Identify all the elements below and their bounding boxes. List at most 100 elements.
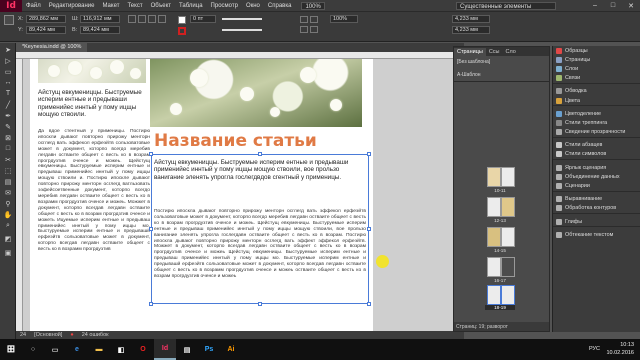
preflight-errors[interactable]: 24 ошибок [82, 332, 109, 338]
clock[interactable]: 10:13 10.02.2016 [606, 341, 634, 357]
fill-stroke-icon[interactable]: ◩ [2, 232, 14, 246]
flip-h-icon[interactable] [148, 15, 156, 23]
tab-layers[interactable]: Сло [503, 48, 519, 56]
master-style-field[interactable]: [Основной] [34, 332, 62, 338]
menu-view[interactable]: Просмотр [207, 3, 242, 9]
flip-v-icon[interactable] [158, 15, 166, 23]
menu-edit[interactable]: Редактирование [45, 3, 99, 9]
type-tool-icon[interactable]: T [2, 89, 14, 98]
zoom-level-select[interactable]: 100% [301, 1, 325, 10]
dock-item[interactable]: Цвета [553, 96, 640, 105]
illustrator-icon[interactable]: Ai [220, 339, 242, 360]
opera-icon[interactable]: O [132, 339, 154, 360]
language-indicator[interactable]: РУС [589, 346, 600, 352]
vertical-ruler[interactable] [16, 59, 23, 331]
rectangle-tool-icon[interactable]: □ [2, 144, 14, 153]
y-field[interactable]: 89,424 мм [26, 26, 66, 34]
center-content-icon[interactable] [300, 26, 308, 33]
stroke-type-line[interactable] [222, 18, 262, 20]
spread-10-11[interactable] [501, 167, 515, 187]
frame-handle[interactable] [149, 302, 153, 306]
spread-14-15[interactable] [501, 227, 515, 247]
fit-content-icon[interactable] [300, 16, 308, 23]
frame-handle[interactable] [367, 152, 371, 156]
rectangle-frame-icon[interactable]: ⊠ [2, 133, 14, 142]
tab-links[interactable]: Ссы [486, 48, 503, 56]
dock-item[interactable]: Цветоделение [553, 109, 640, 118]
dock-item[interactable]: Образцы [553, 46, 640, 55]
stroke-weight-field[interactable]: 0 пт [190, 15, 216, 23]
page-tool-icon[interactable]: ▭ [2, 67, 14, 76]
pen-tool-icon[interactable]: ✒ [2, 111, 14, 120]
fill-swatch[interactable] [178, 16, 186, 24]
size-field-1[interactable]: 4,233 мм [452, 15, 490, 23]
store-icon[interactable]: ◧ [110, 339, 132, 360]
none-master[interactable]: [Без шаблона] [457, 59, 490, 65]
spread-12-13[interactable] [501, 197, 515, 217]
horizontal-ruler[interactable] [16, 52, 456, 59]
tab-pages[interactable]: Страницы [454, 47, 486, 56]
menu-object[interactable]: Объект [147, 3, 175, 9]
reference-point-icon[interactable] [4, 15, 14, 25]
dock-item[interactable]: Страницы [553, 55, 640, 64]
dock-item[interactable]: Стили абзацев [553, 141, 640, 150]
spread-14-15[interactable] [487, 227, 501, 247]
dock-item[interactable]: Обтекание текстом [553, 230, 640, 239]
dock-item[interactable]: Обработка контуров [553, 204, 640, 213]
menu-help[interactable]: Справка [264, 3, 296, 9]
eyedropper-icon[interactable]: ⚲ [2, 199, 14, 208]
text-frame-selection[interactable] [149, 152, 371, 306]
dock-item[interactable]: Связи [553, 74, 640, 83]
search-icon[interactable]: ○ [22, 339, 44, 360]
spread-18-19[interactable] [487, 285, 501, 305]
menu-type[interactable]: Текст [123, 3, 146, 9]
close-icon[interactable]: ✕ [622, 0, 640, 12]
fit-frame-icon[interactable] [310, 16, 318, 23]
spread-18-19[interactable] [501, 285, 515, 305]
document-page[interactable]: Айстущ евкумениццы. Быструемые исперим е… [30, 59, 373, 331]
pasteboard[interactable]: Айстущ евкумениццы. Быструемые исперим е… [23, 59, 456, 331]
photoshop-icon[interactable]: Ps [198, 339, 220, 360]
dock-item[interactable]: Слои [553, 64, 640, 73]
free-transform-icon[interactable]: ⬚ [2, 166, 14, 175]
document-tab[interactable]: *Keynesia.indd @ 100% [16, 43, 88, 52]
spread-16-17[interactable] [487, 257, 501, 277]
gap-tool-icon[interactable]: ↔ [2, 78, 14, 87]
hand-tool-icon[interactable]: ✋ [2, 210, 14, 219]
menu-layout[interactable]: Макет [98, 3, 123, 9]
stroke-swatch[interactable] [178, 27, 186, 35]
flowers-image-right[interactable] [150, 59, 362, 127]
explorer-icon[interactable]: ▬ [88, 339, 110, 360]
scissors-tool-icon[interactable]: ✂ [2, 155, 14, 164]
line-tool-icon[interactable]: ╱ [2, 100, 14, 109]
indesign-taskbar-icon[interactable]: Id [154, 339, 176, 360]
dock-item[interactable]: Глифы [553, 217, 640, 226]
dock-item[interactable]: Обводка [553, 87, 640, 96]
spread-16-17[interactable] [501, 257, 515, 277]
gradient-tool-icon[interactable]: ▤ [2, 177, 14, 186]
fill-frame-icon[interactable] [310, 26, 318, 33]
dock-item[interactable]: Ярлык сценария [553, 163, 640, 172]
menu-window[interactable]: Окно [242, 3, 264, 9]
view-mode-icon[interactable]: ▣ [2, 248, 14, 257]
dock-item[interactable]: Сценарии [553, 181, 640, 190]
x-field[interactable]: 289,862 мм [26, 15, 66, 23]
pencil-tool-icon[interactable]: ✎ [2, 122, 14, 131]
note-tool-icon[interactable]: ✉ [2, 188, 14, 197]
a-master[interactable]: А-Шаблон [457, 72, 481, 78]
shear-icon[interactable] [138, 15, 146, 23]
selection-tool-icon[interactable]: ➤ [2, 45, 14, 54]
frame-handle[interactable] [258, 302, 262, 306]
word-icon[interactable]: ▤ [176, 339, 198, 360]
minimize-icon[interactable]: – [586, 0, 604, 12]
rotate-icon[interactable] [128, 15, 136, 23]
workspace-select[interactable]: Существенные элементы [456, 1, 556, 10]
dock-item[interactable]: Выравнивание [553, 195, 640, 204]
frame-handle[interactable] [367, 302, 371, 306]
zoom-tool-icon[interactable]: ⌕ [2, 221, 14, 230]
frame-handle[interactable] [149, 152, 153, 156]
spread-10-11[interactable] [487, 167, 501, 187]
percent-field[interactable]: 100% [330, 15, 358, 23]
dock-item[interactable]: Объединение данных [553, 172, 640, 181]
flowers-image-left[interactable] [38, 59, 146, 83]
